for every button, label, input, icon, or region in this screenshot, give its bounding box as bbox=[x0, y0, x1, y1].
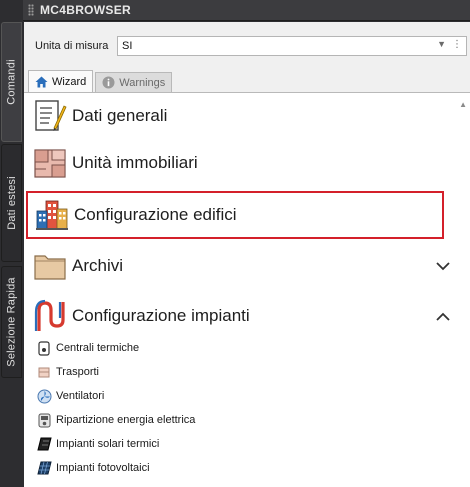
chevron-down-icon[interactable] bbox=[436, 258, 450, 276]
fan-icon bbox=[36, 388, 52, 404]
unit-label: Unita di misura bbox=[35, 40, 109, 52]
side-tab-comandi[interactable]: Comandi bbox=[1, 22, 22, 142]
tab-bar: Wizard Warnings bbox=[28, 70, 174, 92]
subitem-label: Ventilatori bbox=[56, 390, 105, 402]
photovoltaic-icon bbox=[36, 460, 52, 476]
item-label: Archivi bbox=[72, 256, 124, 275]
document-edit-icon bbox=[30, 96, 70, 136]
item-unita-immobiliari[interactable]: Unità immobiliari bbox=[30, 141, 456, 185]
boiler-icon bbox=[36, 340, 52, 356]
item-label: Configurazione impianti bbox=[72, 306, 250, 325]
item-label: Unità immobiliari bbox=[72, 153, 198, 172]
side-tab-strip: Comandi Dati estesi Selezione Rapida bbox=[0, 0, 23, 487]
item-configurazione-impianti[interactable]: Configurazione impianti bbox=[30, 294, 456, 338]
side-tab-dati-estesi[interactable]: Dati estesi bbox=[1, 144, 22, 262]
transport-icon bbox=[36, 364, 52, 380]
item-label: Configurazione edifici bbox=[74, 205, 237, 224]
drag-grip-icon[interactable] bbox=[28, 4, 34, 16]
subitem-fotovoltaici[interactable]: Impianti fotovoltaici bbox=[36, 457, 150, 479]
buildings-icon bbox=[32, 195, 72, 235]
subitem-solari-termici[interactable]: Impianti solari termici bbox=[36, 433, 159, 455]
tab-wizard[interactable]: Wizard bbox=[28, 70, 94, 92]
subitem-label: Impianti fotovoltaici bbox=[56, 462, 150, 474]
subitem-ventilatori[interactable]: Ventilatori bbox=[36, 385, 104, 407]
item-dati-generali[interactable]: Dati generali bbox=[30, 94, 456, 138]
floorplan-icon bbox=[30, 143, 70, 183]
subitem-label: Centrali termiche bbox=[56, 342, 140, 354]
unit-value: SI bbox=[122, 40, 133, 52]
item-label: Dati generali bbox=[72, 106, 168, 125]
electric-meter-icon bbox=[36, 412, 52, 428]
browser-panel: Unita di misura SI ▼ ⋮ Wizard Warnings ▲ bbox=[24, 22, 470, 487]
info-icon bbox=[102, 76, 115, 89]
tab-label: Warnings bbox=[119, 76, 166, 89]
subitem-trasporti[interactable]: Trasporti bbox=[36, 361, 99, 383]
expand-icon[interactable]: ⋮ bbox=[452, 39, 462, 50]
pipes-icon bbox=[30, 296, 70, 336]
folder-icon bbox=[30, 246, 70, 286]
subitem-ripartizione-energia[interactable]: Ripartizione energia elettrica bbox=[36, 409, 195, 431]
solar-thermal-icon bbox=[36, 436, 52, 452]
unit-row: Unita di misura SI ▼ ⋮ bbox=[24, 34, 470, 58]
side-tab-selezione-rapida[interactable]: Selezione Rapida bbox=[1, 266, 22, 378]
side-tab-label: Dati estesi bbox=[5, 176, 18, 230]
item-configurazione-edifici[interactable]: Configurazione edifici bbox=[26, 191, 444, 239]
subitem-centrali-termiche[interactable]: Centrali termiche bbox=[36, 337, 139, 359]
dropdown-arrow-icon[interactable]: ▼ bbox=[437, 39, 446, 50]
subitem-label: Ripartizione energia elettrica bbox=[56, 414, 196, 426]
side-tab-label: Selezione Rapida bbox=[5, 277, 18, 367]
window-title: MC4BROWSER bbox=[40, 3, 132, 17]
side-tab-label: Comandi bbox=[5, 59, 18, 105]
chevron-up-icon[interactable] bbox=[436, 308, 450, 326]
scroll-up-icon[interactable]: ▲ bbox=[459, 100, 467, 109]
subitem-label: Trasporti bbox=[56, 366, 99, 378]
title-bar[interactable]: MC4BROWSER bbox=[23, 0, 470, 21]
subitem-label: Impianti solari termici bbox=[56, 438, 160, 450]
tab-label: Wizard bbox=[52, 75, 87, 88]
unit-select[interactable]: SI ▼ ⋮ bbox=[117, 36, 467, 56]
home-icon bbox=[35, 76, 48, 88]
wizard-content: ▲ Dati generali Unità immobiliari Config… bbox=[24, 92, 470, 487]
tab-warnings[interactable]: Warnings bbox=[95, 72, 173, 92]
item-archivi[interactable]: Archivi bbox=[30, 244, 456, 288]
